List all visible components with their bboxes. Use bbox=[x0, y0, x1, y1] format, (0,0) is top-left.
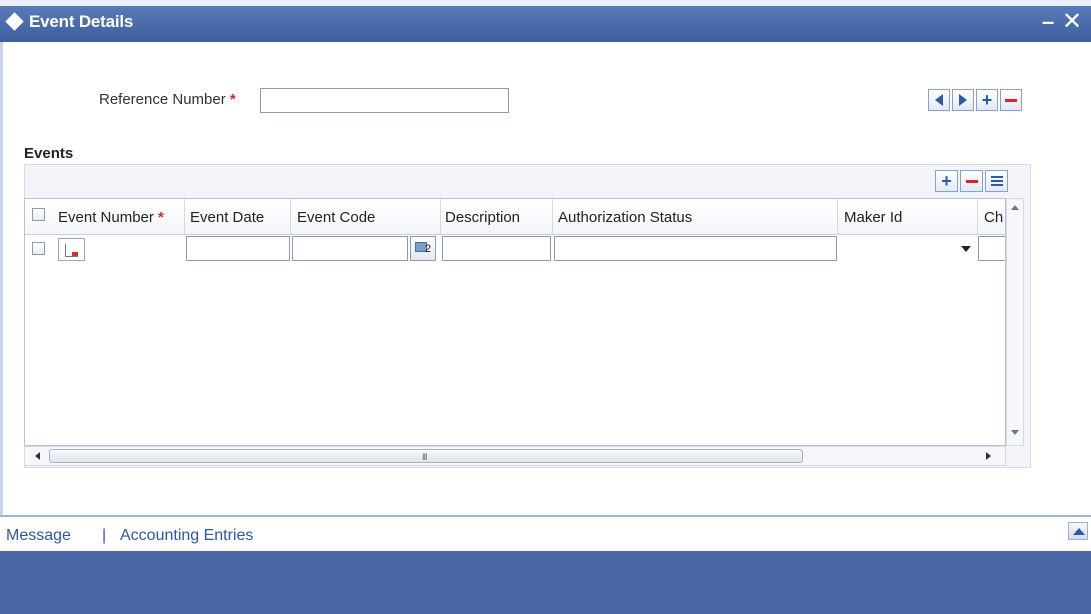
column-header-authorization-status[interactable]: Authorization Status bbox=[553, 199, 838, 235]
footer-links-bar: Message | Accounting Entries bbox=[0, 517, 1091, 551]
arrow-left-icon bbox=[935, 94, 943, 106]
minus-icon bbox=[1005, 98, 1017, 102]
plus-icon: + bbox=[981, 90, 993, 110]
reference-number-input[interactable] bbox=[260, 88, 509, 113]
horizontal-scroll-thumb[interactable]: III bbox=[49, 449, 803, 463]
window-title: Event Details bbox=[29, 12, 134, 31]
window-diamond-icon bbox=[5, 12, 24, 31]
column-header-event-date[interactable]: Event Date bbox=[185, 199, 291, 235]
scroll-up-icon[interactable] bbox=[1011, 205, 1019, 210]
scroll-grip: III bbox=[422, 452, 427, 462]
authorization-status-input[interactable] bbox=[554, 236, 837, 261]
column-header-event-number-label: Event Number bbox=[58, 209, 154, 226]
reference-number-label: Reference Number * bbox=[99, 91, 236, 108]
add-record-button[interactable]: + bbox=[976, 89, 998, 111]
column-header-checker-id[interactable]: Ch bbox=[978, 199, 1005, 235]
column-header-maker-id[interactable]: Maker Id bbox=[838, 199, 978, 235]
chevron-up-icon bbox=[1073, 528, 1085, 535]
column-header-event-number[interactable]: Event Number * bbox=[51, 199, 185, 235]
add-row-button[interactable]: + bbox=[935, 170, 958, 192]
events-grid-vertical-scrollbar[interactable] bbox=[1006, 198, 1024, 446]
events-grid-horizontal-scrollbar[interactable]: III bbox=[24, 446, 1006, 466]
footer-panel bbox=[0, 551, 1091, 614]
delete-row-button[interactable] bbox=[960, 170, 983, 192]
scroll-down-icon[interactable] bbox=[1011, 430, 1019, 435]
table-row bbox=[25, 236, 1005, 262]
events-heading: Events bbox=[24, 145, 74, 162]
link-separator: | bbox=[102, 527, 107, 544]
event-code-lov-button[interactable] bbox=[410, 236, 436, 261]
window-titlebar: Event Details – ✕ bbox=[0, 0, 1091, 42]
event-number-lov-icon[interactable] bbox=[58, 238, 85, 261]
close-button[interactable]: ✕ bbox=[1062, 7, 1082, 36]
arrow-right-icon bbox=[959, 94, 967, 106]
event-date-input[interactable] bbox=[186, 236, 290, 261]
column-header-description[interactable]: Description bbox=[441, 199, 553, 235]
list-view-icon bbox=[990, 176, 1003, 186]
description-input[interactable] bbox=[442, 236, 551, 261]
events-grid-toolbar: + bbox=[935, 170, 1008, 192]
event-code-input[interactable] bbox=[292, 236, 408, 261]
previous-record-button[interactable] bbox=[928, 89, 950, 111]
window-left-border bbox=[0, 42, 12, 516]
scroll-left-icon[interactable] bbox=[35, 452, 40, 460]
events-grid: Event Number * Event Date Event Code Des… bbox=[24, 198, 1006, 446]
column-header-event-code[interactable]: Event Code bbox=[291, 199, 441, 235]
accounting-entries-link[interactable]: Accounting Entries bbox=[120, 527, 253, 545]
required-marker: * bbox=[158, 209, 164, 226]
checker-id-input[interactable] bbox=[978, 236, 1005, 261]
expand-footer-button[interactable] bbox=[1068, 522, 1088, 540]
maker-id-dropdown-arrow-icon[interactable] bbox=[961, 246, 971, 252]
record-nav-toolbar: + bbox=[928, 89, 1022, 111]
next-record-button[interactable] bbox=[952, 89, 974, 111]
events-grid-header: Event Number * Event Date Event Code Des… bbox=[25, 199, 1005, 235]
row-select-checkbox[interactable] bbox=[32, 242, 45, 255]
scroll-right-icon[interactable] bbox=[986, 452, 991, 460]
required-marker: * bbox=[229, 91, 236, 108]
single-view-button[interactable] bbox=[985, 170, 1008, 192]
plus-icon: + bbox=[941, 171, 952, 191]
message-link[interactable]: Message bbox=[6, 527, 71, 545]
minimize-button[interactable]: – bbox=[1042, 9, 1054, 35]
delete-record-button[interactable] bbox=[1000, 89, 1022, 111]
select-all-checkbox[interactable] bbox=[32, 208, 45, 221]
reference-number-label-text: Reference Number bbox=[99, 91, 226, 108]
minus-icon bbox=[965, 179, 978, 183]
